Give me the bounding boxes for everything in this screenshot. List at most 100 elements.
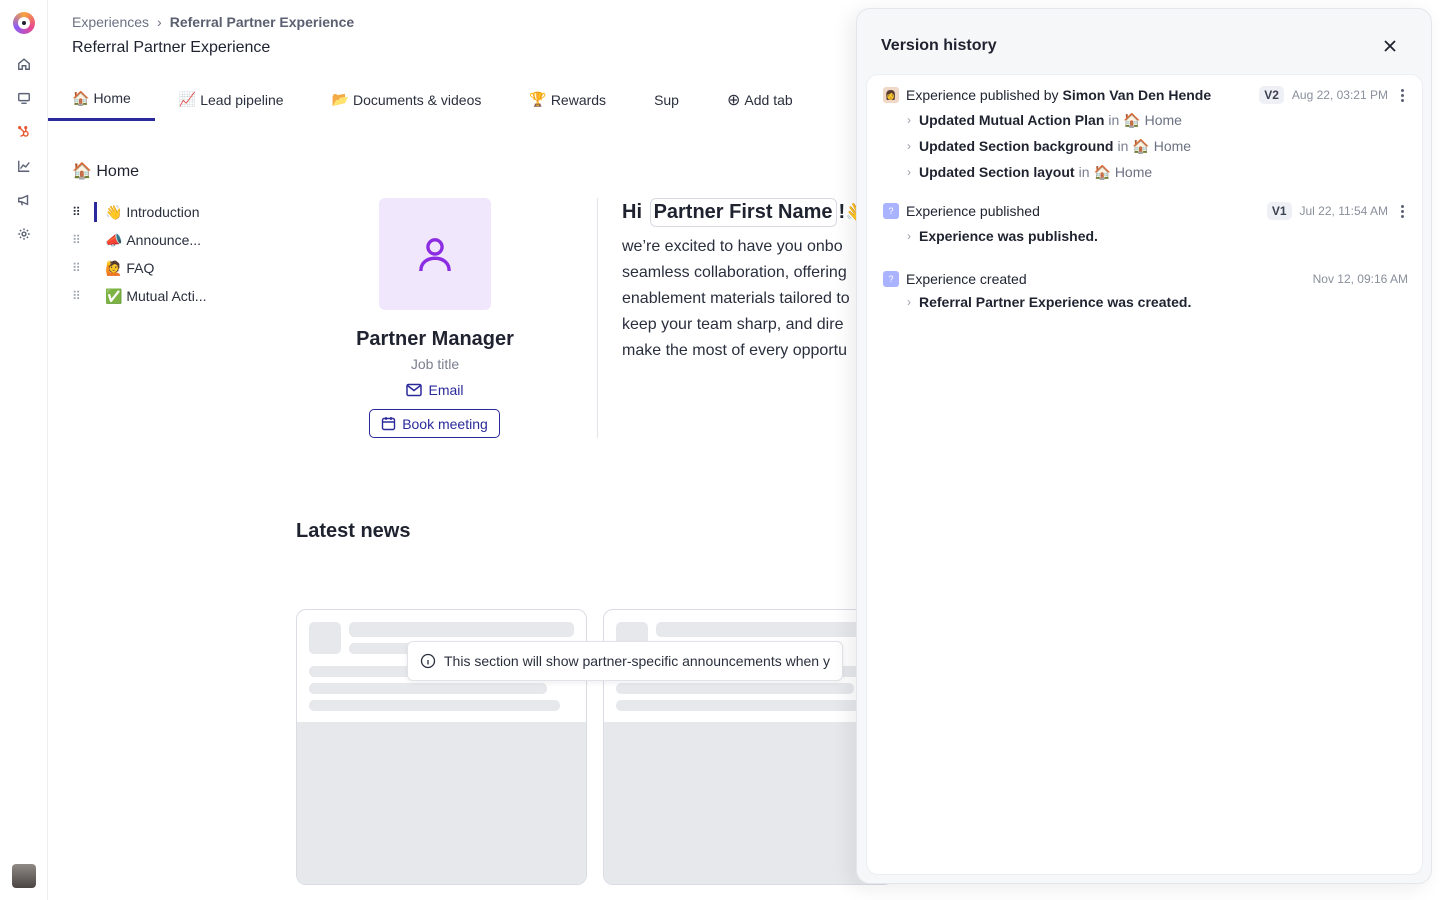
breadcrumb-parent[interactable]: Experiences — [72, 14, 149, 30]
entry-text: Experience published by — [906, 87, 1059, 103]
change-item[interactable]: › Experience was published. — [883, 224, 1408, 248]
system-icon: ? — [883, 271, 899, 287]
house-icon: 🏠 — [1093, 163, 1111, 180]
tab-label: Rewards — [550, 91, 607, 108]
entry-date: Aug 22, 03:21 PM — [1291, 88, 1388, 102]
tab-emoji: 🏠 — [72, 89, 90, 106]
mail-icon — [406, 383, 423, 397]
chevron-right-icon: › — [907, 165, 911, 179]
change-item[interactable]: › Updated Section layout in 🏠 Home — [883, 160, 1408, 184]
gear-icon[interactable] — [14, 224, 34, 244]
home-icon[interactable] — [14, 54, 34, 74]
page-title: Referral Partner Experience — [72, 39, 271, 56]
hubspot-icon[interactable] — [14, 122, 34, 142]
change-in: in — [1117, 138, 1129, 154]
entry-date: Nov 12, 09:16 AM — [1312, 272, 1408, 286]
drag-handle-icon[interactable]: ⠿ — [72, 206, 84, 218]
change-location: Home — [1144, 112, 1182, 128]
skeleton-block — [349, 622, 574, 637]
change-action: Referral Partner Experience was created. — [919, 294, 1192, 310]
drag-handle-icon[interactable]: ⠿ — [72, 262, 84, 274]
drag-handle-icon[interactable]: ⠿ — [72, 234, 84, 246]
skeleton-block — [309, 683, 547, 694]
greeting-exclaim: ! — [838, 201, 846, 223]
section-item-faq[interactable]: ⠿ 🙋 FAQ — [72, 254, 206, 282]
more-options-icon[interactable] — [1396, 88, 1408, 102]
section-heading: 🏠 Home — [72, 161, 139, 181]
change-action: Updated Mutual Action Plan — [919, 112, 1105, 128]
chevron-right-icon: › — [907, 295, 911, 309]
section-emoji: 🙋 — [105, 259, 123, 276]
tooltip-text: This section will show partner-specific … — [444, 653, 830, 669]
house-icon: 🏠 — [1132, 137, 1150, 154]
version-entry-header: 👩 Experience published by Simon Van Den … — [883, 84, 1408, 106]
partner-manager-avatar — [379, 198, 491, 310]
tab-home[interactable]: 🏠 Home — [48, 78, 155, 121]
tab-support[interactable]: Sup — [630, 78, 703, 121]
change-action: Updated Section layout — [919, 164, 1075, 180]
change-item[interactable]: › Updated Mutual Action Plan in 🏠 Home — [883, 108, 1408, 132]
skeleton-block — [616, 700, 867, 711]
active-indicator — [94, 202, 97, 222]
skeleton-block — [656, 622, 881, 637]
tab-documents-videos[interactable]: 📂 Documents & videos — [308, 78, 506, 121]
section-label: Introduction — [126, 204, 200, 220]
add-tab-button[interactable]: ⊕ Add tab — [703, 78, 817, 121]
active-indicator — [94, 230, 97, 250]
app-logo[interactable] — [13, 12, 35, 34]
change-item[interactable]: › Referral Partner Experience was create… — [883, 290, 1408, 314]
chevron-right-icon: › — [907, 229, 911, 243]
system-icon: ? — [883, 203, 899, 219]
user-avatar[interactable] — [12, 864, 36, 888]
greeting-hi: Hi — [622, 201, 642, 223]
analytics-icon[interactable] — [14, 156, 34, 176]
change-action: Experience was published. — [919, 228, 1098, 244]
section-list: ⠿ 👋 Introduction ⠿ 📣 Announce... ⠿ 🙋 FAQ… — [72, 198, 206, 310]
change-location: Home — [1153, 138, 1192, 154]
announcement-info-tooltip: This section will show partner-specific … — [407, 641, 843, 681]
skeleton-block — [309, 622, 341, 654]
version-history-title: Version history — [881, 37, 997, 54]
version-entry: ? Experience created Nov 12, 09:16 AM › … — [883, 268, 1408, 314]
partner-first-name-variable[interactable]: Partner First Name — [649, 198, 837, 227]
version-entry-header: ? Experience published V1 Jul 22, 11:54 … — [883, 200, 1408, 222]
breadcrumb-current: Referral Partner Experience — [169, 14, 355, 30]
divider — [597, 198, 598, 438]
left-rail — [0, 0, 48, 900]
section-item-introduction[interactable]: ⠿ 👋 Introduction — [72, 198, 206, 226]
tab-lead-pipeline[interactable]: 📈 Lead pipeline — [155, 78, 308, 121]
tab-bar: 🏠 Home 📈 Lead pipeline 📂 Documents & videos… — [48, 78, 817, 121]
house-icon: 🏠 — [1123, 111, 1141, 128]
version-badge: V2 — [1259, 86, 1284, 104]
drag-handle-icon[interactable]: ⠿ — [72, 290, 84, 302]
book-meeting-button[interactable]: Book meeting — [369, 409, 500, 438]
section-item-mutual-action-plan[interactable]: ⠿ ✅ Mutual Acti... — [72, 282, 206, 310]
change-location: Home — [1114, 164, 1153, 180]
tab-emoji: 📂 — [331, 91, 349, 107]
skeleton-image — [604, 722, 893, 884]
tab-rewards[interactable]: 🏆 Rewards — [505, 78, 630, 121]
skeleton-image — [297, 722, 586, 884]
more-options-icon[interactable] — [1396, 204, 1408, 218]
active-indicator — [94, 286, 97, 306]
tab-label: Sup — [654, 91, 679, 108]
close-icon[interactable] — [1381, 37, 1399, 55]
change-item[interactable]: › Updated Section background in 🏠 Home — [883, 134, 1408, 158]
plus-circle-icon: ⊕ — [726, 91, 741, 109]
section-label: FAQ — [126, 260, 155, 276]
email-link[interactable]: Email — [303, 382, 567, 398]
house-icon: 🏠 — [72, 163, 92, 180]
monitor-icon[interactable] — [14, 88, 34, 108]
change-in: in — [1108, 112, 1120, 128]
section-label: Announce... — [126, 232, 202, 248]
section-item-announcements[interactable]: ⠿ 📣 Announce... — [72, 226, 206, 254]
version-badge: V1 — [1266, 202, 1292, 220]
entry-author: Simon Van Den Hende — [1062, 87, 1212, 103]
greeting: Hi Partner First Name!👋 — [622, 198, 870, 227]
entry-text: Experience published — [906, 203, 1040, 219]
megaphone-icon[interactable] — [14, 190, 34, 210]
change-in: in — [1078, 164, 1090, 180]
version-history-list: 👩 Experience published by Simon Van Den … — [866, 74, 1423, 875]
tab-label: Add tab — [744, 91, 793, 108]
tab-label: Home — [93, 90, 131, 106]
